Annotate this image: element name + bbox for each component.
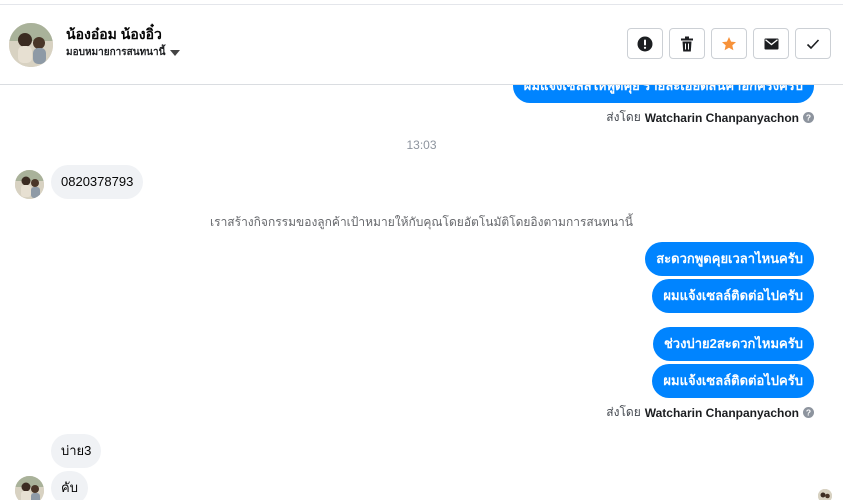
mark-unread-button[interactable] xyxy=(753,28,789,59)
assign-conversation-dropdown[interactable]: มอบหมายการสนทนานี้ xyxy=(66,45,181,60)
alert-circle-icon xyxy=(637,36,653,51)
svg-text:?: ? xyxy=(806,408,811,418)
sent-by-label: ส่งโดย Watcharin Chanpanyachon ? xyxy=(606,108,814,127)
question-icon[interactable]: ? xyxy=(803,112,814,123)
conversation-header: น้องอ๋อม น้องอิ๋ว มอบหมายการสนทนานี้ xyxy=(0,5,843,85)
svg-text:?: ? xyxy=(806,113,811,123)
incoming-message: บ่าย3 xyxy=(51,434,102,468)
sent-by-prefix: ส่งโดย xyxy=(606,405,641,419)
outgoing-message: ผมแจ้งเซลล์ให้พูดคุย รายละเอียดสินค้าอีก… xyxy=(512,85,814,103)
delete-button[interactable] xyxy=(669,28,705,59)
sent-by-label: ส่งโดย Watcharin Chanpanyachon ? xyxy=(606,403,814,422)
sender-name: Watcharin Chanpanyachon xyxy=(644,110,799,125)
system-event-message: เราสร้างกิจกรรมของลูกค้าเป้าหมายให้กับคุ… xyxy=(210,215,633,229)
outgoing-message: สะดวกพูดคุยเวลาไหนครับ xyxy=(645,242,814,276)
outgoing-message: ผมแจ้งเซลล์ติดต่อไปครับ xyxy=(652,364,814,398)
question-icon[interactable]: ? xyxy=(803,407,814,418)
outgoing-message: ช่วงบ่าย2สะดวกไหมครับ xyxy=(652,327,814,361)
incoming-message: คับ xyxy=(51,471,88,500)
message-timestamp: 13:03 xyxy=(406,138,437,152)
contact-avatar[interactable] xyxy=(9,23,53,67)
outgoing-message: ผมแจ้งเซลล์ติดต่อไปครับ xyxy=(652,279,814,313)
contact-avatar-small[interactable] xyxy=(15,476,44,500)
star-button[interactable] xyxy=(711,28,747,59)
mark-spam-button[interactable] xyxy=(627,28,663,59)
assign-conversation-label: มอบหมายการสนทนานี้ xyxy=(66,47,166,58)
seen-indicator-avatar xyxy=(818,489,832,500)
incoming-message: 0820378793 xyxy=(51,165,144,199)
envelope-icon xyxy=(764,38,778,49)
header-actions xyxy=(627,28,831,59)
message-thread[interactable]: ผมแจ้งเซลล์ให้พูดคุย รายละเอียดสินค้าอีก… xyxy=(0,85,843,500)
contact-name: น้องอ๋อม น้องอิ๋ว xyxy=(66,26,162,42)
sender-name: Watcharin Chanpanyachon xyxy=(644,405,799,420)
sent-by-prefix: ส่งโดย xyxy=(606,110,641,124)
trash-icon xyxy=(681,36,693,51)
mark-done-button[interactable] xyxy=(795,28,831,59)
caret-down-icon xyxy=(170,49,181,56)
check-icon xyxy=(806,38,820,49)
contact-avatar-small[interactable] xyxy=(15,170,44,199)
star-icon xyxy=(722,36,736,50)
